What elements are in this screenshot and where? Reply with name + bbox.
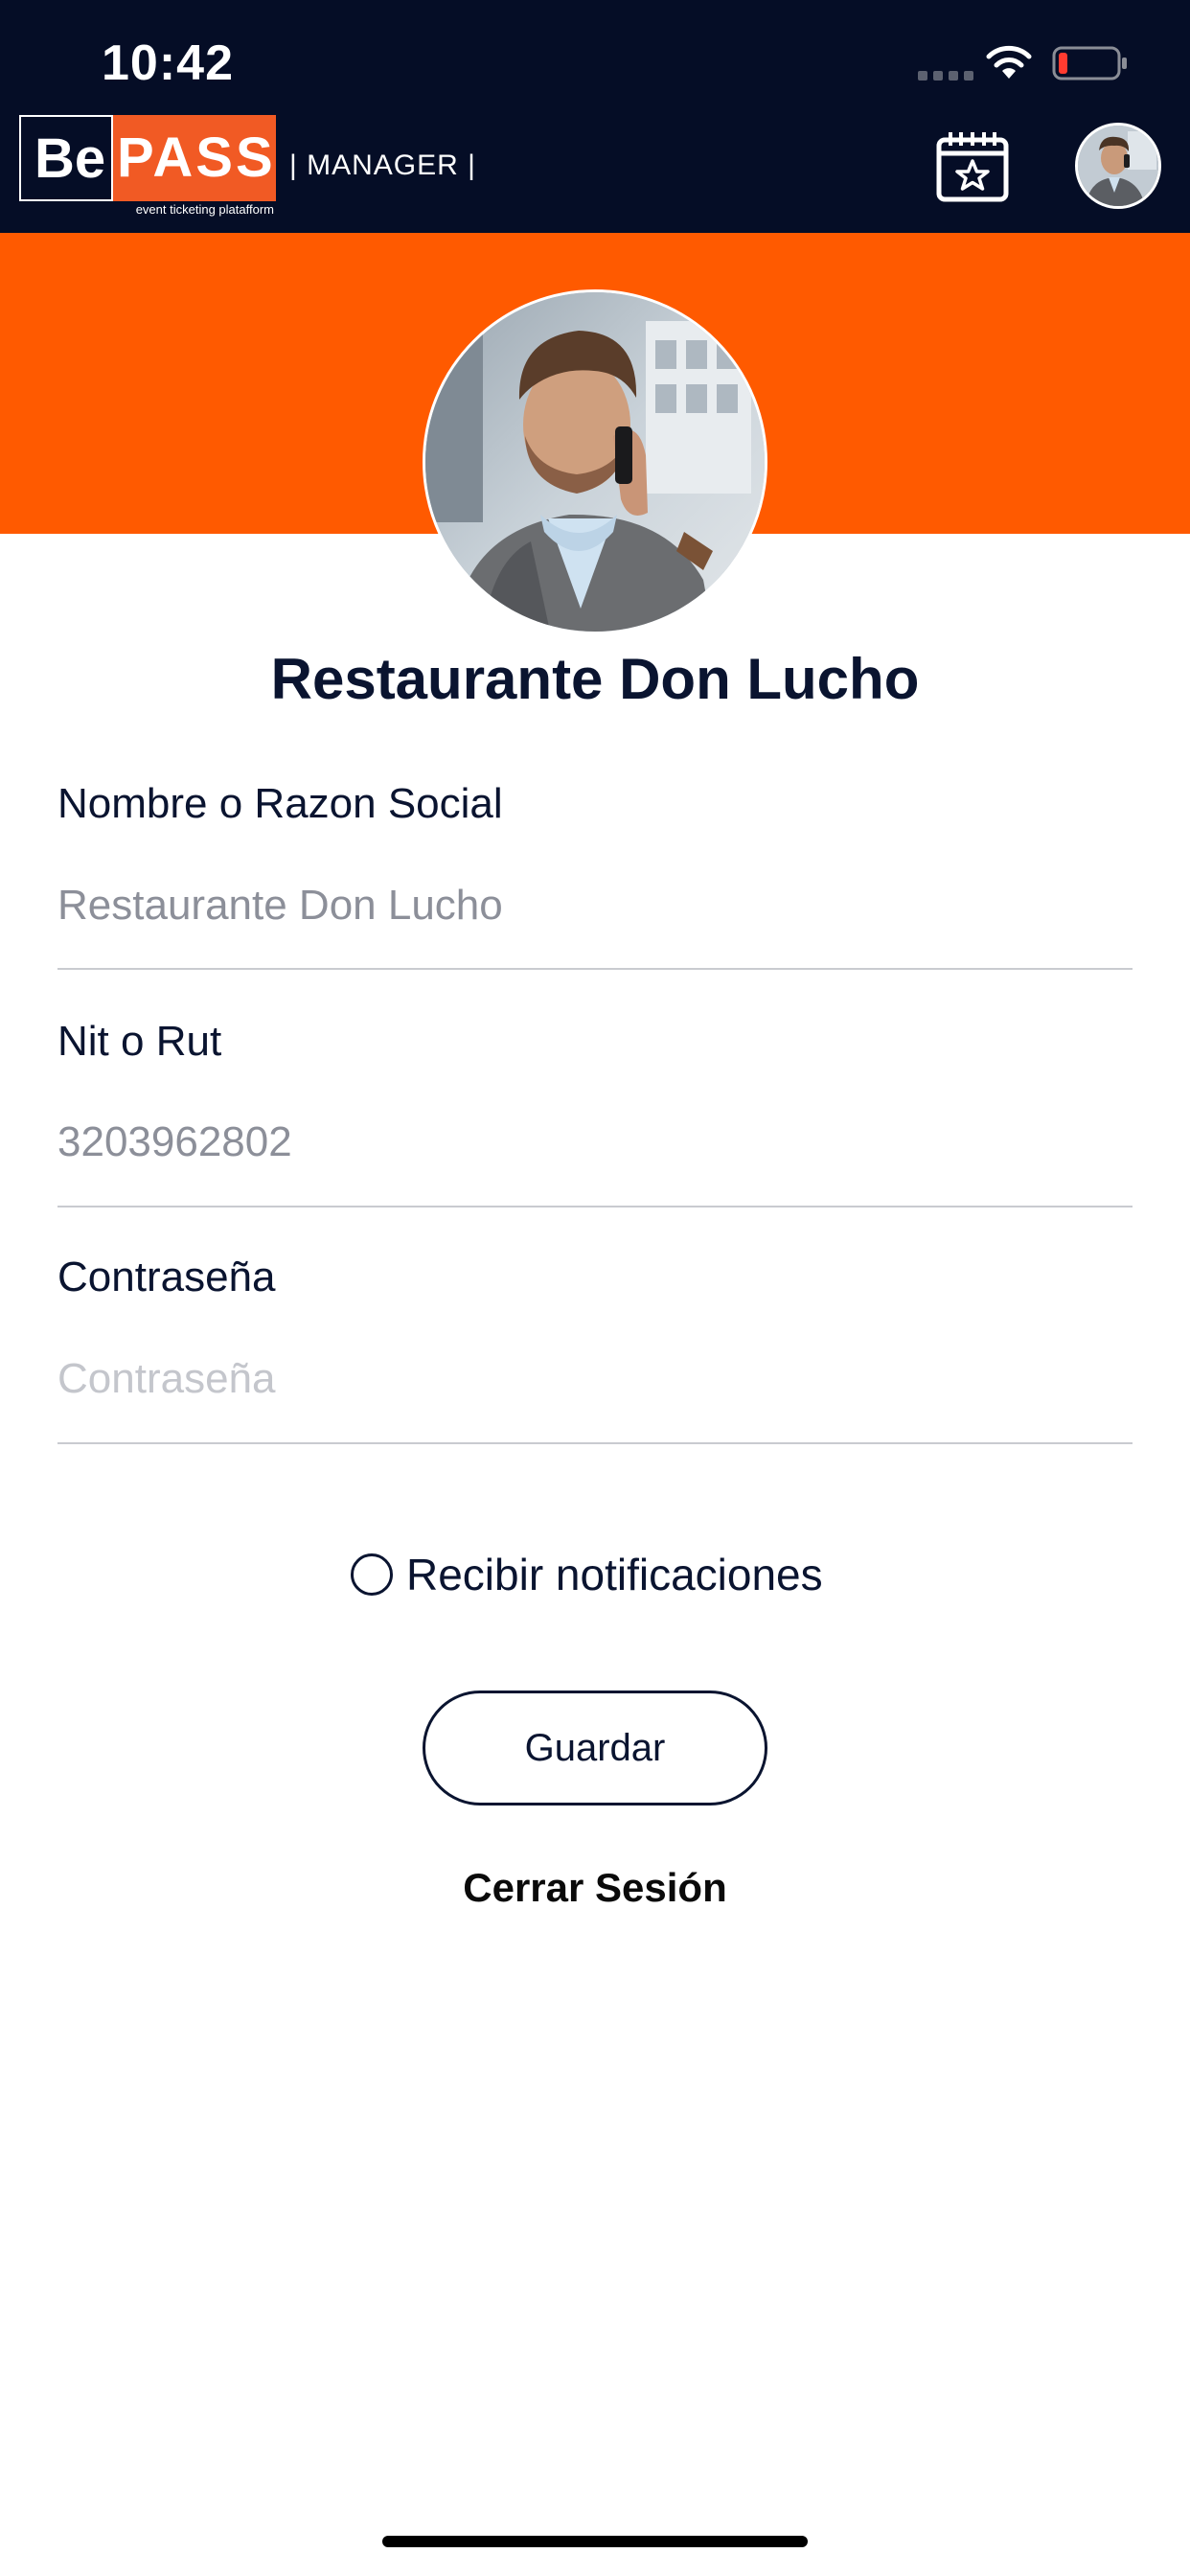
battery-icon xyxy=(1052,46,1127,80)
logout-link[interactable]: Cerrar Sesión xyxy=(0,1865,1190,1911)
password-label: Contraseña xyxy=(57,1254,276,1300)
profile-photo[interactable] xyxy=(423,289,767,634)
logo-be-text: Be xyxy=(19,115,113,201)
status-time: 10:42 xyxy=(102,35,234,91)
notifications-toggle[interactable]: Recibir notificaciones xyxy=(351,1549,823,1600)
save-button[interactable]: Guardar xyxy=(423,1690,767,1806)
password-underline xyxy=(57,1442,1133,1444)
business-name-input[interactable] xyxy=(57,882,1131,930)
logo-tagline: event ticketing platafform xyxy=(113,201,276,218)
notifications-label: Recibir notificaciones xyxy=(406,1550,823,1599)
home-indicator xyxy=(382,2536,808,2547)
tax-id-input[interactable] xyxy=(57,1118,1131,1166)
calendar-star-icon[interactable] xyxy=(935,128,1010,203)
password-input[interactable] xyxy=(57,1355,1131,1403)
profile-name: Restaurante Don Lucho xyxy=(270,647,920,711)
cellular-signal-icon xyxy=(918,71,973,80)
business-name-underline xyxy=(57,968,1133,970)
app-header: 10:42 Be PASS event ticketing platafform… xyxy=(0,0,1190,233)
header-avatar[interactable] xyxy=(1075,123,1161,209)
tax-id-underline xyxy=(57,1206,1133,1208)
bepass-logo: Be PASS event ticketing platafform xyxy=(19,115,276,218)
business-name-label: Nombre o Razon Social xyxy=(57,780,503,827)
tax-id-label: Nit o Rut xyxy=(57,1018,222,1065)
notifications-radio[interactable] xyxy=(351,1553,393,1596)
logo-pass-text: PASS xyxy=(113,115,276,201)
wifi-icon xyxy=(986,45,1032,79)
manager-label: | MANAGER | xyxy=(289,150,476,181)
